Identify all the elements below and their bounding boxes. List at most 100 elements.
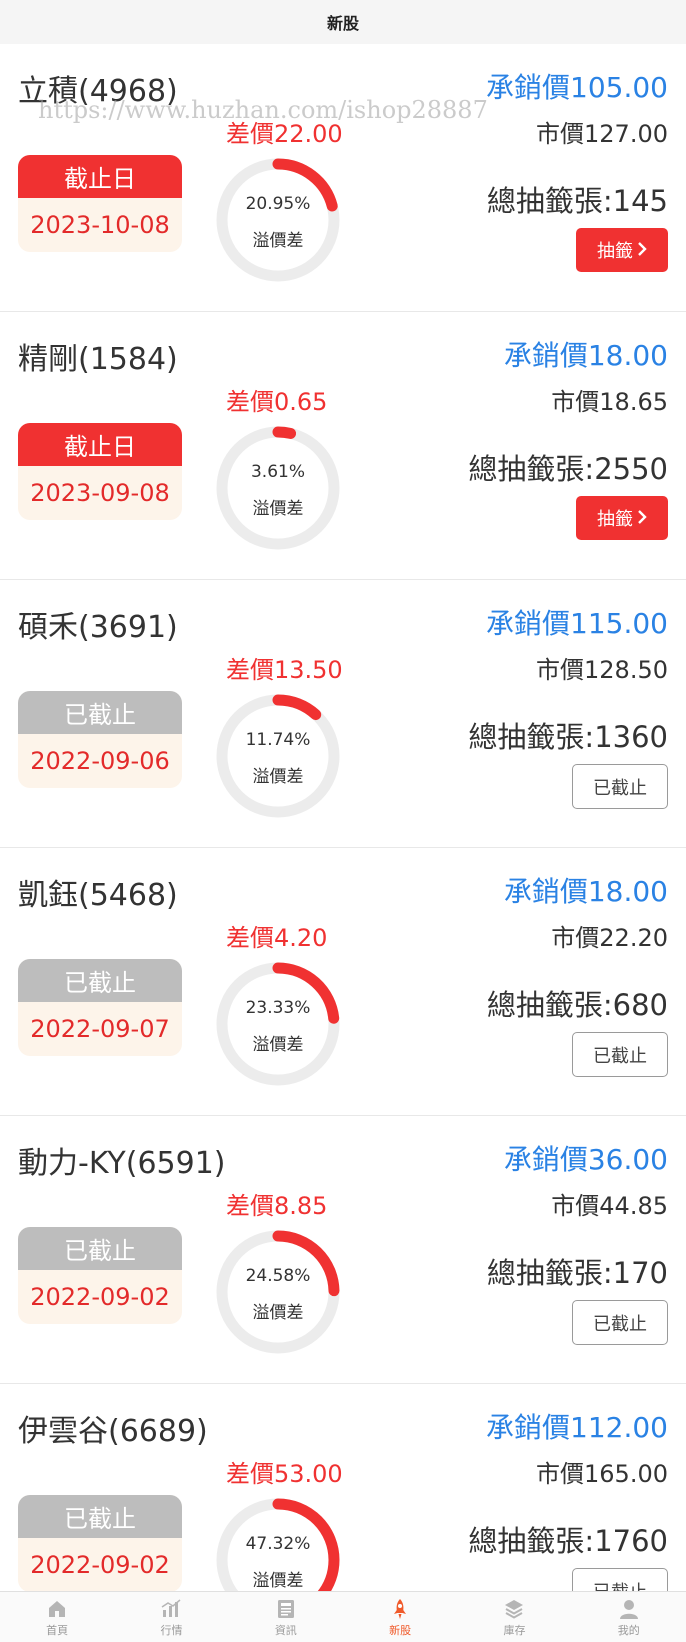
tab-user[interactable]: 我的: [572, 1592, 686, 1642]
ipo-list: 立積(4968) 承銷價105.00 差價22.00 市價127.00 截止日 …: [0, 44, 686, 1642]
ipo-card[interactable]: 碩禾(3691) 承銷價115.00 差價13.50 市價128.50 已截止 …: [0, 580, 686, 848]
price-difference: 差價8.85: [226, 1192, 328, 1220]
underwriting-price: 承銷價18.00: [503, 875, 668, 908]
premium-label: 溢價差: [252, 1035, 304, 1055]
premium-ring-chart: [216, 1230, 340, 1354]
price-difference: 差價22.00: [226, 120, 343, 148]
draw-button-label: 抽籤: [597, 241, 633, 262]
total-lots: 總抽籤張:680: [486, 988, 668, 1022]
premium-ring-chart: [216, 962, 340, 1086]
premium-ring: 11.74% 溢價差: [210, 688, 346, 824]
deadline-status: 截止日: [18, 423, 182, 466]
premium-label: 溢價差: [252, 499, 304, 519]
tab-label: 新股: [389, 1624, 412, 1637]
underwriting-price: 承銷價115.00: [486, 607, 668, 640]
premium-label: 溢價差: [252, 1571, 304, 1591]
premium-ring: 20.95% 溢價差: [210, 152, 346, 288]
tab-label: 行情: [160, 1624, 183, 1637]
market-price: 市價44.85: [551, 1192, 668, 1220]
tab-rocket[interactable]: 新股: [343, 1592, 457, 1642]
tab-chart[interactable]: 行情: [114, 1592, 228, 1642]
market-price: 市價22.20: [551, 924, 668, 952]
ipo-card[interactable]: 凱鈺(5468) 承銷價18.00 差價4.20 市價22.20 已截止 202…: [0, 848, 686, 1116]
premium-percent: 20.95%: [245, 194, 311, 214]
tab-label: 庫存: [503, 1624, 526, 1637]
deadline-status: 已截止: [18, 1495, 182, 1538]
premium-ring-chart: [216, 158, 340, 282]
premium-percent: 11.74%: [245, 730, 311, 750]
price-difference: 差價13.50: [226, 656, 343, 684]
premium-percent: 24.58%: [245, 1266, 311, 1286]
draw-button[interactable]: 抽籤: [576, 496, 668, 540]
home-icon: [46, 1598, 68, 1620]
chart-icon: [160, 1598, 182, 1620]
total-lots: 總抽籤張:170: [486, 1256, 668, 1290]
deadline-date: 2023-10-08: [30, 211, 170, 239]
draw-button-label: 抽籤: [597, 509, 633, 530]
price-difference: 差價53.00: [226, 1460, 343, 1488]
deadline-status: 已截止: [18, 691, 182, 734]
underwriting-price: 承銷價36.00: [503, 1143, 668, 1176]
price-difference: 差價4.20: [226, 924, 328, 952]
closed-button[interactable]: 已截止: [572, 764, 668, 809]
premium-percent: 47.32%: [245, 1534, 311, 1554]
premium-label: 溢價差: [252, 231, 304, 251]
tab-layers[interactable]: 庫存: [457, 1592, 571, 1642]
market-price: 市價128.50: [536, 656, 668, 684]
deadline-date: 2022-09-02: [30, 1283, 170, 1311]
deadline-date: 2023-09-08: [30, 479, 170, 507]
closed-button[interactable]: 已截止: [572, 1300, 668, 1345]
tab-home[interactable]: 首頁: [0, 1592, 114, 1642]
premium-ring-chart: [216, 694, 340, 818]
deadline-box: 已截止 2022-09-02: [18, 1495, 182, 1592]
chevron-right-icon: [637, 240, 647, 261]
tab-label: 資訊: [274, 1624, 297, 1637]
stock-name: 立積(4968): [18, 74, 178, 109]
market-price: 市價165.00: [536, 1460, 668, 1488]
underwriting-price: 承銷價18.00: [503, 339, 668, 372]
ipo-card[interactable]: 立積(4968) 承銷價105.00 差價22.00 市價127.00 截止日 …: [0, 44, 686, 312]
total-lots: 總抽籤張:145: [486, 184, 668, 218]
user-icon: [618, 1598, 640, 1620]
rocket-icon: [389, 1598, 411, 1620]
closed-button[interactable]: 已截止: [572, 1032, 668, 1077]
total-lots: 總抽籤張:1760: [468, 1524, 668, 1558]
ipo-card[interactable]: 精剛(1584) 承銷價18.00 差價0.65 市價18.65 截止日 202…: [0, 312, 686, 580]
deadline-status: 截止日: [18, 155, 182, 198]
top-bar: 新股: [0, 0, 686, 44]
stock-name: 動力-KY(6591): [18, 1146, 226, 1181]
ipo-card[interactable]: 動力-KY(6591) 承銷價36.00 差價8.85 市價44.85 已截止 …: [0, 1116, 686, 1384]
stock-name: 碩禾(3691): [18, 610, 178, 645]
stock-name: 精剛(1584): [18, 342, 178, 377]
premium-percent: 3.61%: [250, 462, 305, 482]
premium-ring: 24.58% 溢價差: [210, 1224, 346, 1360]
total-lots: 總抽籤張:2550: [468, 452, 668, 486]
deadline-date: 2022-09-02: [30, 1551, 170, 1579]
deadline-box: 截止日 2023-09-08: [18, 423, 182, 520]
total-lots: 總抽籤張:1360: [468, 720, 668, 754]
deadline-box: 已截止 2022-09-02: [18, 1227, 182, 1324]
tab-news[interactable]: 資訊: [229, 1592, 343, 1642]
stock-name: 凱鈺(5468): [18, 878, 178, 913]
underwriting-price: 承銷價105.00: [486, 71, 668, 104]
premium-label: 溢價差: [252, 1303, 304, 1323]
draw-button[interactable]: 抽籤: [576, 228, 668, 272]
deadline-status: 已截止: [18, 1227, 182, 1270]
deadline-box: 截止日 2023-10-08: [18, 155, 182, 252]
premium-ring-chart: [216, 426, 340, 550]
deadline-status: 已截止: [18, 959, 182, 1002]
market-price: 市價127.00: [536, 120, 668, 148]
premium-ring: 3.61% 溢價差: [210, 420, 346, 556]
layers-icon: [503, 1598, 525, 1620]
deadline-date: 2022-09-06: [30, 747, 170, 775]
premium-ring: 23.33% 溢價差: [210, 956, 346, 1092]
deadline-box: 已截止 2022-09-06: [18, 691, 182, 788]
tab-label: 我的: [617, 1624, 640, 1637]
deadline-box: 已截止 2022-09-07: [18, 959, 182, 1056]
news-icon: [275, 1598, 297, 1620]
price-difference: 差價0.65: [226, 388, 328, 416]
premium-percent: 23.33%: [245, 998, 311, 1018]
stock-name: 伊雲谷(6689): [18, 1414, 208, 1449]
bottom-tab-bar: 首頁 行情 資訊 新股 庫存 我的: [0, 1591, 686, 1642]
market-price: 市價18.65: [551, 388, 668, 416]
